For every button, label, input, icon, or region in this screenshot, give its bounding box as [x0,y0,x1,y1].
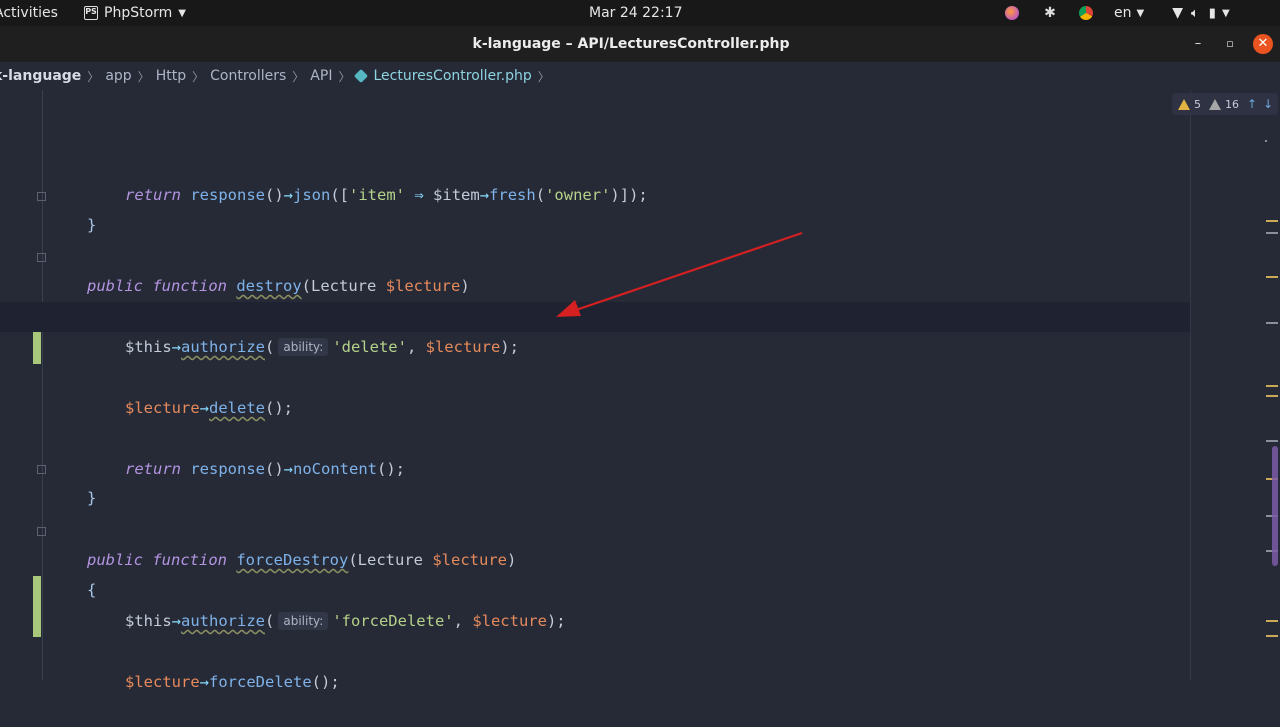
code-editor[interactable]: 5 16 ↑ ↓ return response()→json(['item' … [0,90,1280,691]
caret-down-icon: ▼ [1136,7,1145,19]
volume-icon[interactable]: 🔈︎ [1191,0,1199,26]
battery-icon[interactable]: ▮ [1209,0,1216,26]
app-name: PhpStorm [104,5,173,21]
chevron-right-icon: 〉 [338,69,351,84]
breadcrumb-api[interactable]: API [310,68,332,84]
chevron-right-icon: 〉 [137,69,150,84]
firefox-icon[interactable] [1004,0,1020,26]
app-menu[interactable]: PS PhpStorm ▼ [84,0,186,26]
slack-icon[interactable]: ✱ [1042,0,1058,26]
breadcrumb-http[interactable]: Http [156,68,186,84]
system-tray: ✱ en ▼ ▼ 🔈︎ ▮ ▼ [1004,0,1230,26]
phpstorm-icon: PS [84,6,98,20]
window-title-bar: k-language – API/LecturesController.php … [0,26,1280,62]
caret-down-icon[interactable]: ▼ [1222,0,1230,26]
chrome-icon[interactable] [1078,0,1094,26]
php-class-icon [354,68,369,84]
breadcrumb-app[interactable]: app [105,68,131,84]
breadcrumb-project[interactable]: k-language [0,68,81,84]
maximize-button[interactable]: ▫ [1220,34,1240,54]
chevron-right-icon: 〉 [192,69,205,84]
system-top-bar: Activities PS PhpStorm ▼ Mar 24 22:17 ✱ … [0,0,1280,26]
close-button[interactable]: ✕ [1253,34,1273,54]
window-title: k-language – API/LecturesController.php [472,36,790,52]
chevron-right-icon: 〉 [292,69,305,84]
wifi-icon[interactable]: ▼ [1172,0,1183,26]
activities-button[interactable]: Activities [0,0,58,26]
breadcrumb: k-language 〉 app 〉 Http 〉 Controllers 〉 … [0,62,1280,90]
clock[interactable]: Mar 24 22:17 [589,0,682,26]
minimize-button[interactable]: – [1188,34,1208,54]
breadcrumb-file[interactable]: LecturesController.php [354,68,532,84]
breadcrumb-controllers[interactable]: Controllers [210,68,286,84]
chevron-right-icon: 〉 [537,69,550,84]
language-selector[interactable]: en ▼ [1114,0,1144,26]
chevron-right-icon: 〉 [87,69,100,84]
caret-down-icon: ▼ [178,7,186,19]
annotation-arrow [556,231,803,317]
